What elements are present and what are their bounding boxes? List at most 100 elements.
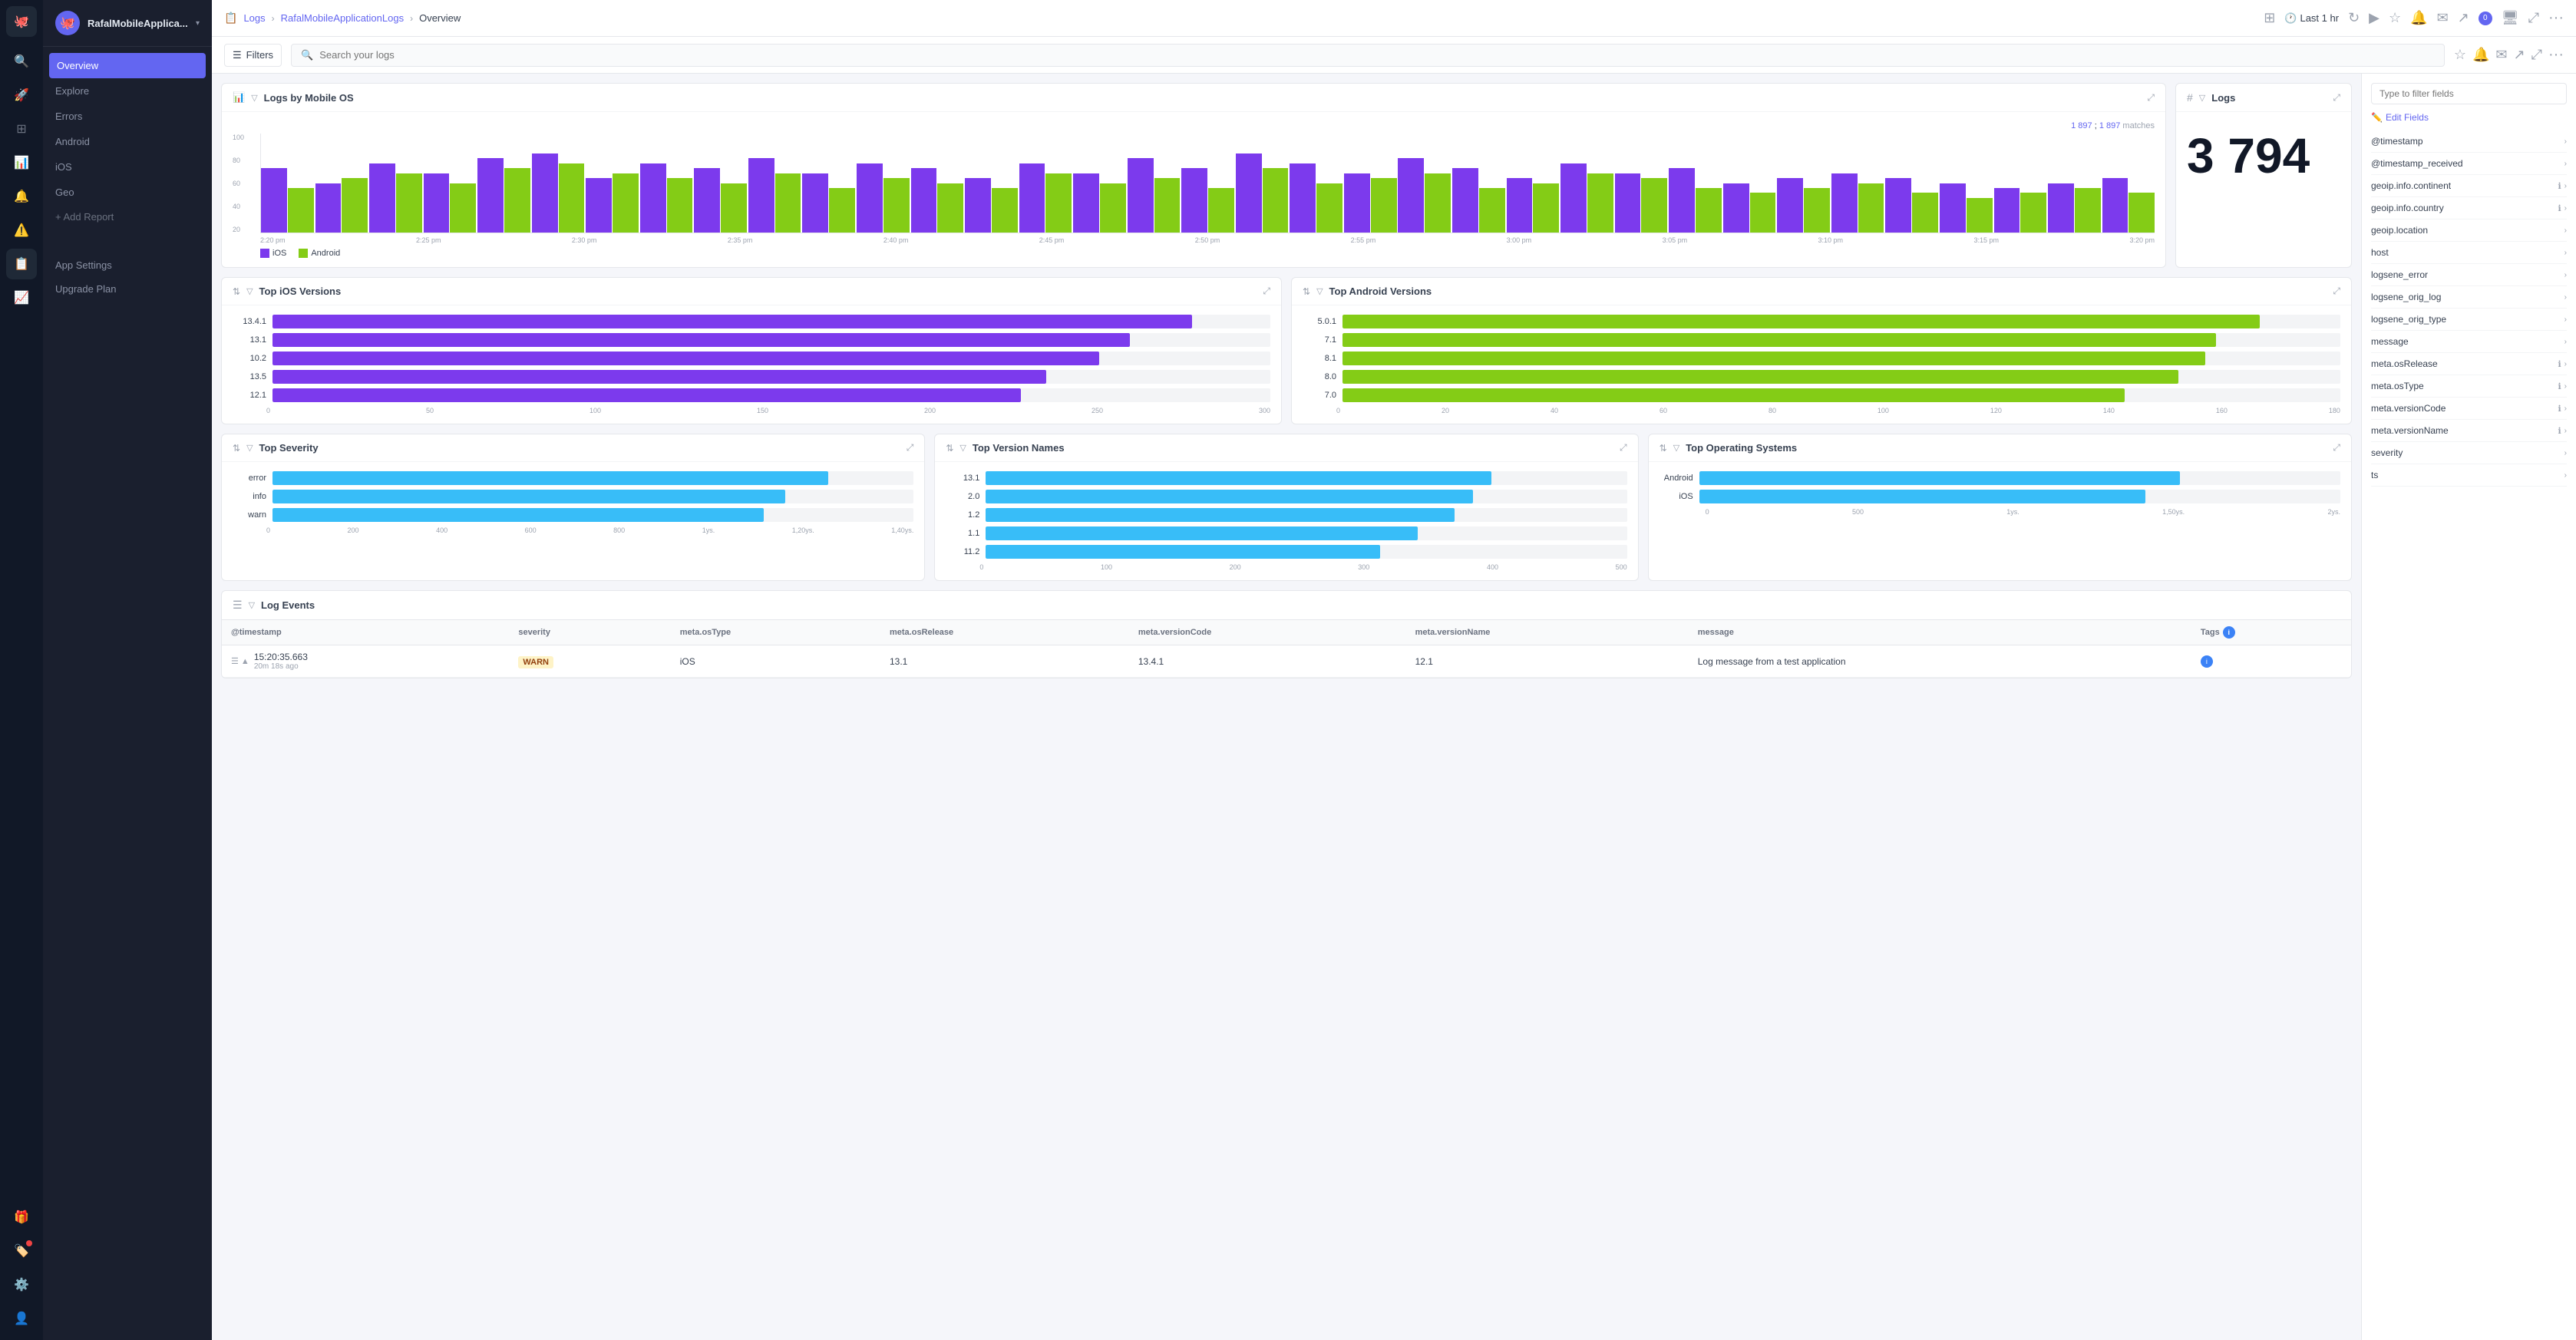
x-label-0: 2:20 pm xyxy=(260,236,286,244)
severity-header: ⇅ ▽ Top Severity ⤢ xyxy=(222,434,924,462)
search-input[interactable] xyxy=(319,49,2435,61)
ios-versions-header: ⇅ ▽ Top iOS Versions ⤢ xyxy=(222,278,1281,305)
refresh-icon[interactable]: ↻ xyxy=(2348,10,2360,26)
bar-android xyxy=(883,178,910,233)
star-icon[interactable]: ☆ xyxy=(2389,10,2401,26)
breadcrumb-applogs-link[interactable]: RafalMobileApplicationLogs xyxy=(281,12,404,24)
field-item[interactable]: severity› xyxy=(2371,442,2567,464)
email-filter-icon[interactable]: ✉ xyxy=(2495,47,2507,63)
field-item[interactable]: geoip.info.continentℹ› xyxy=(2371,175,2567,197)
alert-icon-btn[interactable]: 🏷️ xyxy=(6,1236,37,1266)
bar-android xyxy=(992,188,1018,233)
field-item[interactable]: meta.versionNameℹ› xyxy=(2371,420,2567,442)
bell-icon-btn[interactable]: 🔔 xyxy=(6,181,37,212)
expand-ios-icon[interactable]: ⤢ xyxy=(1263,285,1270,297)
severity-bars: errorinfowarn xyxy=(233,471,913,522)
ios-bars: 13.4.113.110.213.512.1 xyxy=(233,315,1270,402)
user-icon-btn[interactable]: 👤 xyxy=(6,1303,37,1334)
bars-container xyxy=(260,134,2155,233)
timestamp-values: 15:20:35.663 20m 18s ago xyxy=(254,652,308,671)
hbar-row: info xyxy=(233,490,913,503)
bar-android xyxy=(288,188,314,233)
field-info-icon[interactable]: ℹ xyxy=(2558,181,2561,191)
expand-chart-icon[interactable]: ⤢ xyxy=(2147,92,2155,104)
sidebar-item-explore[interactable]: Explore xyxy=(43,78,212,104)
field-item[interactable]: geoip.info.countryℹ› xyxy=(2371,197,2567,219)
expand-logs-count-icon[interactable]: ⤢ xyxy=(2333,92,2340,104)
field-item[interactable]: logsene_error› xyxy=(2371,264,2567,286)
field-item[interactable]: geoip.location› xyxy=(2371,219,2567,242)
field-item[interactable]: meta.osReleaseℹ› xyxy=(2371,353,2567,375)
fields-filter-input[interactable] xyxy=(2371,83,2567,104)
notification-icon[interactable]: 🔔 xyxy=(2410,10,2427,26)
field-item[interactable]: logsene_orig_type› xyxy=(2371,309,2567,331)
sidebar-item-upgrade-plan[interactable]: Upgrade Plan xyxy=(43,277,212,301)
logs-icon-btn[interactable]: 📋 xyxy=(6,249,37,279)
gift-icon-btn[interactable]: 🎁 xyxy=(6,1202,37,1233)
sidebar-item-app-settings[interactable]: App Settings xyxy=(43,253,212,277)
metrics-icon-btn[interactable]: 📈 xyxy=(6,282,37,313)
android-versions-title: Top Android Versions xyxy=(1329,285,1432,297)
warning-icon-btn[interactable]: ⚠️ xyxy=(6,215,37,246)
row-expand-icon[interactable]: ☰ ▲ xyxy=(231,656,249,666)
field-item[interactable]: logsene_orig_log› xyxy=(2371,286,2567,309)
field-item[interactable]: meta.versionCodeℹ› xyxy=(2371,398,2567,420)
row-info-icon[interactable]: i xyxy=(2201,655,2213,668)
time-selector[interactable]: 🕐 Last 1 hr xyxy=(2284,12,2339,25)
field-item[interactable]: meta.osTypeℹ› xyxy=(2371,375,2567,398)
field-info-icon[interactable]: ℹ xyxy=(2558,404,2561,414)
field-info-icon[interactable]: ℹ xyxy=(2558,359,2561,369)
field-info-icon[interactable]: ℹ xyxy=(2558,426,2561,436)
field-item[interactable]: @timestamp_received› xyxy=(2371,153,2567,175)
notification-count-badge[interactable]: 0 xyxy=(2479,12,2492,25)
more-options-icon[interactable]: ··· xyxy=(2548,9,2564,27)
breadcrumb-logs-link[interactable]: Logs xyxy=(243,12,265,24)
expand-os-icon[interactable]: ⤢ xyxy=(2333,442,2340,454)
sidebar-item-android[interactable]: Android xyxy=(43,129,212,154)
search-box[interactable]: 🔍 xyxy=(291,44,2445,67)
hbar-container xyxy=(272,508,913,522)
filter-icon-small: ▽ xyxy=(251,93,257,103)
field-item[interactable]: @timestamp› xyxy=(2371,130,2567,153)
bar-pair xyxy=(1831,134,1884,233)
grid-icon-btn[interactable]: ⊞ xyxy=(6,114,37,144)
apps-grid-icon[interactable]: ⊞ xyxy=(2264,10,2275,26)
play-icon[interactable]: ▶ xyxy=(2369,10,2379,26)
share-filter-icon[interactable]: ↗ xyxy=(2514,47,2525,63)
expand-versions-icon[interactable]: ⤢ xyxy=(1620,442,1627,454)
field-item[interactable]: ts› xyxy=(2371,464,2567,487)
add-report-button[interactable]: + Add Report xyxy=(43,205,212,229)
sidebar-item-errors[interactable]: Errors xyxy=(43,104,212,129)
sidebar-item-overview[interactable]: Overview xyxy=(49,53,206,78)
table-row[interactable]: ☰ ▲ 15:20:35.663 20m 18s ago WARN xyxy=(222,645,2351,678)
logo-btn[interactable]: 🐙 xyxy=(6,6,37,37)
bar-ios xyxy=(748,158,774,233)
webhook-icon[interactable]: ↗ xyxy=(2458,10,2469,26)
monitor-icon[interactable]: 🖥 xyxy=(2502,10,2519,26)
field-info-icon[interactable]: ℹ xyxy=(2558,381,2561,391)
email-icon[interactable]: ✉ xyxy=(2437,10,2449,26)
legend-android-color xyxy=(299,249,308,258)
expand-icon[interactable]: ⤢ xyxy=(2528,10,2539,26)
rocket-icon-btn[interactable]: 🚀 xyxy=(6,80,37,111)
more-filter-icon[interactable]: ··· xyxy=(2548,46,2564,64)
bookmark-filter-icon[interactable]: ☆ xyxy=(2454,47,2466,63)
field-name: host xyxy=(2371,247,2564,258)
legend-android-label: Android xyxy=(311,249,340,258)
bar-ios xyxy=(261,168,287,233)
expand-android-icon[interactable]: ⤢ xyxy=(2333,285,2340,297)
sidebar-header[interactable]: 🐙 RafalMobileApplica... ▾ xyxy=(43,0,212,47)
field-item[interactable]: host› xyxy=(2371,242,2567,264)
chart-icon-btn[interactable]: 📊 xyxy=(6,147,37,178)
field-item[interactable]: message› xyxy=(2371,331,2567,353)
expand-severity-icon[interactable]: ⤢ xyxy=(907,442,914,454)
alert-filter-icon[interactable]: 🔔 xyxy=(2472,47,2489,63)
sidebar-item-geo[interactable]: Geo xyxy=(43,180,212,205)
filters-button[interactable]: ☰ Filters xyxy=(224,44,282,67)
field-info-icon[interactable]: ℹ xyxy=(2558,203,2561,213)
edit-fields-button[interactable]: ✏️ Edit Fields xyxy=(2371,112,2567,123)
expand-filter-icon[interactable]: ⤢ xyxy=(2531,47,2542,63)
sidebar-item-ios[interactable]: iOS xyxy=(43,154,212,180)
search-icon-btn[interactable]: 🔍 xyxy=(6,46,37,77)
settings-icon-btn[interactable]: ⚙️ xyxy=(6,1269,37,1300)
